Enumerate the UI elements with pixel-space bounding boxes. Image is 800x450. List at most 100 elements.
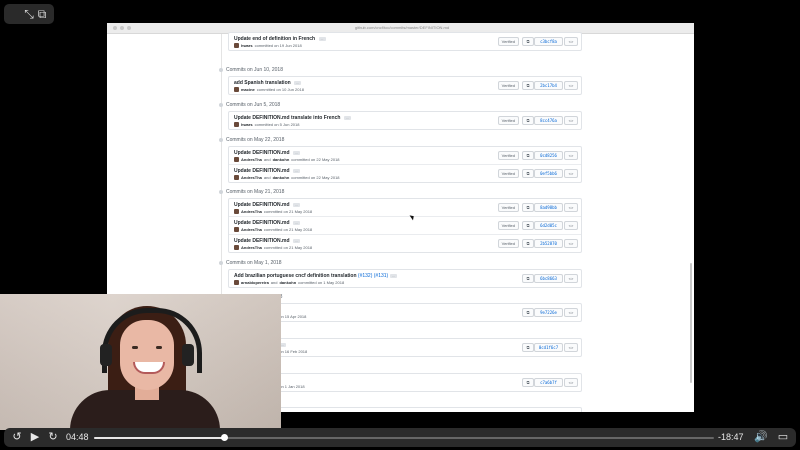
pr-link[interactable]: (#132) (#131) bbox=[358, 273, 388, 279]
progress-knob[interactable] bbox=[221, 434, 229, 441]
expand-message-button[interactable]: … bbox=[292, 202, 300, 207]
expand-message-button[interactable]: … bbox=[318, 36, 326, 41]
copy-sha-button[interactable]: ⧉ bbox=[522, 239, 534, 248]
copy-sha-button[interactable]: ⧉ bbox=[522, 116, 534, 125]
expand-message-button[interactable]: … bbox=[292, 238, 300, 243]
commit-sha-link[interactable]: 8ad98bb bbox=[534, 203, 563, 212]
commit-sha-link[interactable]: 0cd1f6c7 bbox=[534, 343, 563, 352]
commit-group: (#122)…dankohncommitted on 15 Apr 2018⧉9… bbox=[228, 303, 582, 322]
skip-back-button[interactable]: ↺ bbox=[10, 428, 24, 447]
commit-coauthor[interactable]: dankohn bbox=[273, 157, 290, 162]
verified-badge[interactable]: Verified bbox=[497, 221, 519, 230]
avatar[interactable] bbox=[234, 157, 239, 162]
commit-sha-link[interactable]: 2b52870 bbox=[534, 239, 563, 248]
verified-badge[interactable]: Verified bbox=[497, 151, 519, 160]
avatar[interactable] bbox=[234, 175, 239, 180]
play-button[interactable]: ▶ bbox=[28, 428, 42, 447]
commit-author[interactable]: AndresTha bbox=[241, 245, 262, 250]
verified-badge[interactable]: Verified bbox=[497, 239, 519, 248]
verified-badge[interactable]: Verified bbox=[497, 37, 519, 46]
commit-author[interactable]: hwars bbox=[241, 43, 253, 48]
commit-title[interactable]: Update DEFINITION.md bbox=[234, 238, 290, 244]
copy-sha-button[interactable]: ⧉ bbox=[522, 221, 534, 230]
commit-title[interactable]: Add brazilian portuguese cncf definition… bbox=[234, 273, 357, 279]
commit-title[interactable]: Update DEFINITION.md bbox=[234, 220, 290, 226]
commit-author[interactable]: AndresTha bbox=[241, 175, 262, 180]
copy-sha-button[interactable]: ⧉ bbox=[522, 169, 534, 178]
commit-title[interactable]: add Spanish translation bbox=[234, 80, 291, 86]
commit-group: Update DEFINITION.md … AndresTha committed… bbox=[228, 198, 582, 253]
browse-repo-button[interactable]: <> bbox=[564, 151, 578, 160]
avatar[interactable] bbox=[234, 87, 239, 92]
browse-repo-button[interactable]: <> bbox=[564, 343, 578, 352]
progress-track[interactable] bbox=[94, 434, 714, 441]
commit-title[interactable]: Update DEFINITION.md bbox=[234, 202, 290, 208]
commit-author[interactable]: arnaldopereira bbox=[241, 280, 269, 285]
browse-repo-button[interactable]: <> bbox=[564, 378, 578, 387]
commit-sha-link[interactable]: 8cc476a bbox=[534, 116, 563, 125]
commit-sha-link[interactable]: c3bcf8a bbox=[534, 37, 563, 46]
expand-message-button[interactable]: … bbox=[292, 220, 300, 225]
copy-sha-button[interactable]: ⧉ bbox=[522, 81, 534, 90]
copy-sha-button[interactable]: ⧉ bbox=[522, 274, 534, 283]
commit-title[interactable]: Update DEFINITION.md translate into Fren… bbox=[234, 115, 340, 121]
expand-message-button[interactable]: … bbox=[292, 168, 300, 173]
commit-title[interactable]: Update end of definition in French bbox=[234, 36, 315, 42]
copy-sha-button[interactable]: ⧉ bbox=[522, 151, 534, 160]
browse-repo-button[interactable]: <> bbox=[564, 239, 578, 248]
verified-badge[interactable]: Verified bbox=[497, 169, 519, 178]
commit-author[interactable]: AndresTha bbox=[241, 209, 262, 214]
avatar[interactable] bbox=[234, 245, 239, 250]
copy-sha-button[interactable]: ⧉ bbox=[522, 203, 534, 212]
window-controls[interactable] bbox=[113, 26, 131, 30]
video-controls-bar: ↺ ▶ ↻ 04:48 -18:47 🔊 ▭ bbox=[4, 428, 796, 447]
airplay-button[interactable]: ▭ bbox=[776, 428, 790, 447]
commit-title[interactable]: Update DEFINITION.md bbox=[234, 168, 290, 174]
commit-sha-link[interactable]: 6d2d05c bbox=[534, 221, 563, 230]
commit-coauthor[interactable]: dankohn bbox=[279, 280, 296, 285]
commit-author[interactable]: AndresTha bbox=[241, 157, 262, 162]
timeline-dot bbox=[219, 190, 223, 194]
commit-coauthor[interactable]: dankohn bbox=[273, 175, 290, 180]
address-bar[interactable]: github.com/cncf/toc/commits/master/DEFIN… bbox=[322, 25, 482, 31]
browse-repo-button[interactable]: <> bbox=[564, 274, 578, 283]
verified-badge[interactable]: Verified bbox=[497, 81, 519, 90]
browse-repo-button[interactable]: <> bbox=[564, 308, 578, 317]
expand-message-button[interactable]: … bbox=[343, 115, 351, 120]
commit-sha-link[interactable]: 9e7226e bbox=[534, 308, 563, 317]
verified-badge[interactable]: Verified bbox=[497, 116, 519, 125]
volume-button[interactable]: 🔊 bbox=[754, 428, 768, 447]
commit-author[interactable]: macine bbox=[241, 87, 255, 92]
browse-repo-button[interactable]: <> bbox=[564, 203, 578, 212]
browse-repo-button[interactable]: <> bbox=[564, 37, 578, 46]
expand-message-button[interactable]: … bbox=[294, 80, 302, 85]
commit-sha-link[interactable]: 2bc17b4 bbox=[534, 81, 563, 90]
avatar[interactable] bbox=[234, 122, 239, 127]
commit-title[interactable]: Update DEFINITION.md bbox=[234, 150, 290, 156]
commit-author[interactable]: hwars bbox=[241, 122, 253, 127]
avatar[interactable] bbox=[234, 280, 239, 285]
commit-sha-link[interactable]: 6bc8663 bbox=[534, 274, 563, 283]
commit-sha-link[interactable]: 0cd8256 bbox=[534, 151, 563, 160]
verified-badge[interactable]: Verified bbox=[497, 203, 519, 212]
copy-sha-button[interactable]: ⧉ bbox=[522, 37, 534, 46]
browse-repo-button[interactable]: <> bbox=[564, 116, 578, 125]
expand-message-button[interactable]: … bbox=[292, 150, 300, 155]
copy-sha-button[interactable]: ⧉ bbox=[522, 378, 534, 387]
commit-group: Update end of definition in French … hwar… bbox=[228, 32, 582, 51]
browse-repo-button[interactable]: <> bbox=[564, 221, 578, 230]
avatar[interactable] bbox=[234, 227, 239, 232]
commit-sha-link[interactable]: 0ef5bb6 bbox=[534, 169, 563, 178]
copy-sha-button[interactable]: ⧉ bbox=[522, 308, 534, 317]
commit-sha-link[interactable]: c7a6b7f bbox=[534, 378, 563, 387]
skip-forward-button[interactable]: ↻ bbox=[46, 428, 60, 447]
avatar[interactable] bbox=[234, 209, 239, 214]
browse-repo-button[interactable]: <> bbox=[564, 169, 578, 178]
copy-sha-button[interactable]: ⧉ bbox=[522, 343, 534, 352]
expand-message-button[interactable]: … bbox=[390, 273, 398, 278]
commit-author[interactable]: AndresTha bbox=[241, 227, 262, 232]
avatar[interactable] bbox=[234, 43, 239, 48]
browse-repo-button[interactable]: <> bbox=[564, 81, 578, 90]
commit-row: (#122)…dankohncommitted on 15 Apr 2018⧉9… bbox=[229, 304, 581, 321]
picture-in-picture-icon[interactable]: ⧉ bbox=[31, 7, 53, 22]
